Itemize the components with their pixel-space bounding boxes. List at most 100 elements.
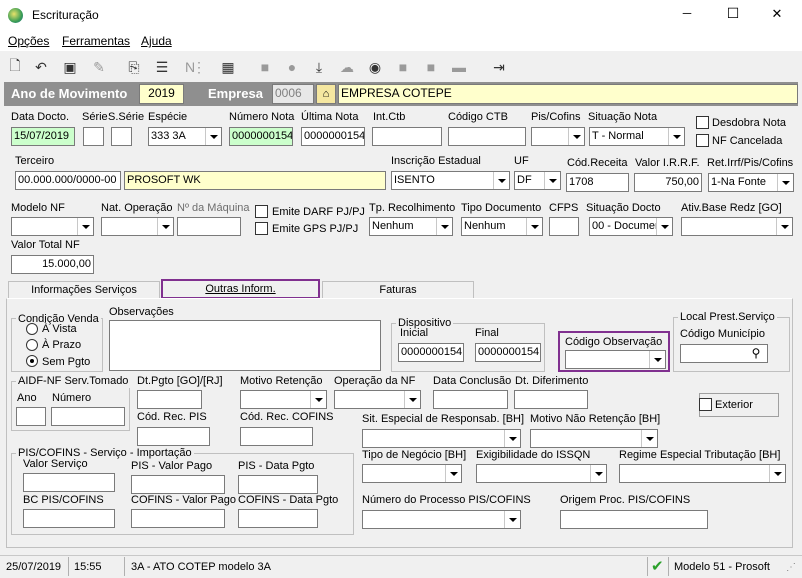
valor-servico-field[interactable] [23,473,115,492]
delete-icon[interactable]: ✎ [89,56,109,78]
dt-diferimento-field[interactable] [514,390,588,409]
minimize-button[interactable]: ─ [672,6,702,20]
exterior-checkbox[interactable] [699,398,712,411]
chevron-down-icon[interactable] [777,174,793,191]
report-icon[interactable]: ● [282,56,302,78]
regime-select[interactable] [619,464,786,483]
nf-cancelada-checkbox[interactable] [696,134,709,147]
empresa-code-field[interactable]: 0006 [272,84,314,104]
terceiro-nome-field[interactable]: PROSOFT WK [124,171,386,190]
uf-select[interactable]: DF [514,171,561,190]
save-icon[interactable]: ▣ [60,56,80,78]
maximize-button[interactable]: ☐ [718,5,748,22]
dispositivo-final-field[interactable]: 0000000154 [475,343,541,362]
tipo-documento-select[interactable]: Nenhum [461,217,543,236]
sit-especial-select[interactable] [362,429,521,448]
pis-cofins-select[interactable] [531,127,585,146]
chevron-down-icon[interactable] [769,465,785,482]
chevron-down-icon[interactable] [544,172,560,189]
resize-grip-icon[interactable]: ⋰ [786,562,796,573]
folder-open-icon[interactable]: ⌂ [316,84,336,104]
search-document-icon[interactable]: ⎘ [124,56,144,78]
undo-icon[interactable]: ↶ [31,56,51,78]
pis-data-pgto-field[interactable] [238,475,318,494]
tipo-negocio-select[interactable] [362,464,462,483]
bc-pis-cofins-field[interactable] [23,509,115,528]
grid-icon[interactable]: ■ [393,56,413,78]
ret-irrf-select[interactable]: 1-Na Fonte [708,173,794,192]
cofins-valor-pago-field[interactable] [131,509,225,528]
close-button[interactable]: ✕ [762,6,792,22]
calculator-icon[interactable]: ▦ [218,56,238,78]
chevron-down-icon[interactable] [526,218,542,235]
valor-total-field[interactable]: 15.000,00 [11,255,94,274]
modelo-nf-select[interactable] [11,217,94,236]
cod-rec-pis-field[interactable] [137,427,210,446]
cloud-icon[interactable]: ☁ [337,56,357,78]
chevron-down-icon[interactable] [776,218,792,235]
emite-gps-checkbox[interactable] [255,222,268,235]
chevron-down-icon[interactable] [590,465,606,482]
codigo-ctb-field[interactable] [448,127,526,146]
a-vista-radio[interactable] [26,323,38,335]
data-conclusao-field[interactable] [433,390,508,409]
chevron-down-icon[interactable] [77,218,93,235]
chevron-down-icon[interactable] [504,511,520,528]
chevron-down-icon[interactable] [504,430,520,447]
dt-pgto-field[interactable] [137,390,202,409]
desdobra-nota-checkbox[interactable] [696,116,709,129]
origem-proc-field[interactable] [560,510,708,529]
especie-select[interactable]: 333 3A [148,127,222,146]
situacao-nota-select[interactable]: T - Normal [589,127,685,146]
observacoes-textarea[interactable] [109,320,381,371]
codigo-observacao-select[interactable] [565,350,666,369]
sserie-field[interactable] [111,127,132,146]
data-docto-field[interactable]: 15/07/2019 [11,127,75,146]
empresa-name-field[interactable]: EMPRESA COTEPE [338,84,798,104]
motivo-retencao-select[interactable] [240,390,327,409]
folder-icon[interactable]: ■ [255,56,275,78]
serie-field[interactable] [83,127,104,146]
menu-ferramentas[interactable]: Ferramentas [62,35,130,48]
chevron-down-icon[interactable] [445,465,461,482]
numero-nota-field[interactable]: 0000000154 [229,127,293,146]
chevron-down-icon[interactable] [436,218,452,235]
chevron-down-icon[interactable] [649,351,665,368]
ativ-base-select[interactable] [681,217,793,236]
export-icon[interactable]: ⤓ [309,56,329,78]
aidf-ano-field[interactable] [16,407,46,426]
list-icon[interactable]: ☰ [152,56,172,78]
terceiro-cnpj-field[interactable]: 00.000.000/0000-00 [15,171,121,190]
chevron-down-icon[interactable] [668,128,684,145]
block-icon[interactable]: ■ [421,56,441,78]
chevron-down-icon[interactable] [205,128,221,145]
cofins-data-pgto-field[interactable] [238,509,318,528]
int-ctb-field[interactable] [372,127,442,146]
a-prazo-radio[interactable] [26,339,38,351]
bar-icon[interactable]: ▬ [449,56,469,78]
nat-operacao-select[interactable] [101,217,174,236]
exigibilidade-select[interactable] [476,464,607,483]
valor-irrf-field[interactable]: 750,00 [634,173,702,192]
operacao-nf-select[interactable] [334,390,421,409]
cod-receita-field[interactable]: 1708 [566,173,629,192]
situacao-docto-select[interactable]: 00 - Documen [589,217,673,236]
chevron-down-icon[interactable] [310,391,326,408]
chevron-down-icon[interactable] [656,218,672,235]
chevron-down-icon[interactable] [641,430,657,447]
emite-darf-checkbox[interactable] [255,205,268,218]
sem-pgto-radio[interactable] [26,355,38,367]
chevron-down-icon[interactable] [404,391,420,408]
num-processo-select[interactable] [362,510,521,529]
menu-opcoes[interactable]: Opções [8,35,49,48]
tab-informacoes-servicos[interactable]: Informações Serviços [8,281,160,298]
binoculars-icon[interactable]: ⚲ [746,345,766,362]
tree-icon[interactable]: ⋮ [189,56,209,78]
ano-movimento-field[interactable]: 2019 [139,84,184,104]
stamp-icon[interactable]: ◉ [365,56,385,78]
num-maquina-field[interactable] [177,217,241,236]
chevron-down-icon[interactable] [568,128,584,145]
chevron-down-icon[interactable] [493,172,509,189]
tab-outras-inform[interactable]: Outras Inform. [161,279,320,299]
tab-faturas[interactable]: Faturas [322,281,474,298]
